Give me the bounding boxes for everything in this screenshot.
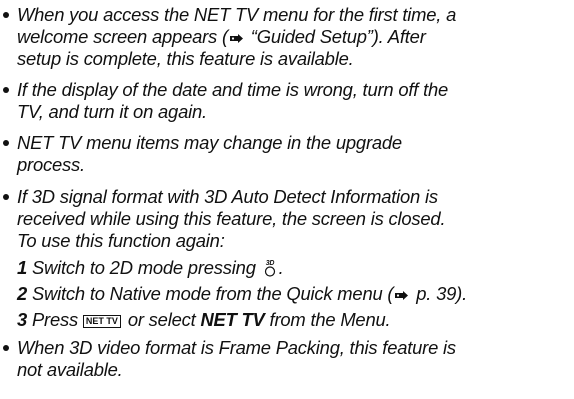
step-3: 3 Press NET TV or select NET TV from the…: [17, 309, 391, 331]
step-1: 1 Switch to 2D mode pressing 3D .: [17, 257, 284, 279]
note-line: process.: [17, 154, 85, 175]
step-text: or select: [122, 309, 201, 330]
note-line: To use this function again:: [17, 230, 225, 251]
step-number: 2: [17, 283, 28, 304]
note-line: welcome screen appears ( “Guided Setup”)…: [17, 26, 426, 48]
bullet-dot: [3, 12, 9, 18]
reference-hand-icon: [229, 34, 243, 43]
bullet-dot: [3, 87, 9, 93]
net-tv-key-icon: NET TV: [82, 315, 121, 328]
bullet-dot: [3, 345, 9, 351]
note-line: NET TV menu items may change in the upgr…: [17, 132, 402, 153]
step-text: Press: [31, 309, 78, 330]
note-line: not available.: [17, 359, 123, 380]
note-line: When you access the NET TV menu for the …: [17, 4, 457, 25]
step-text: from the Menu.: [264, 309, 391, 330]
note-line: When 3D video format is Frame Packing, t…: [17, 337, 456, 358]
note-line: TV, and turn it on again.: [17, 101, 207, 122]
note-line: setup is complete, this feature is avail…: [17, 48, 354, 69]
step-text: .: [278, 257, 284, 278]
step-bold-text: NET TV: [200, 309, 265, 330]
3d-button-icon: 3D: [264, 260, 275, 277]
note-line: If 3D signal format with 3D Auto Detect …: [17, 186, 438, 207]
step-text: p. 39).: [411, 283, 468, 304]
step-number: 1: [17, 257, 28, 278]
note-text: “Guided Setup”). After: [245, 26, 426, 47]
step-text: Switch to 2D mode pressing: [31, 257, 256, 278]
note-text: welcome screen appears (: [17, 26, 228, 47]
svg-text:3D: 3D: [265, 260, 274, 267]
manual-page: When you access the NET TV menu for the …: [0, 0, 574, 399]
step-text: Switch to Native mode from the Quick men…: [31, 283, 394, 304]
note-line: If the display of the date and time is w…: [17, 79, 449, 100]
step-2: 2 Switch to Native mode from the Quick m…: [17, 283, 467, 305]
bullet-dot: [3, 194, 9, 200]
bullet-dot: [3, 140, 9, 146]
reference-hand-icon: [395, 291, 409, 300]
note-line: received while using this feature, the s…: [17, 208, 446, 229]
step-number: 3: [17, 309, 28, 330]
